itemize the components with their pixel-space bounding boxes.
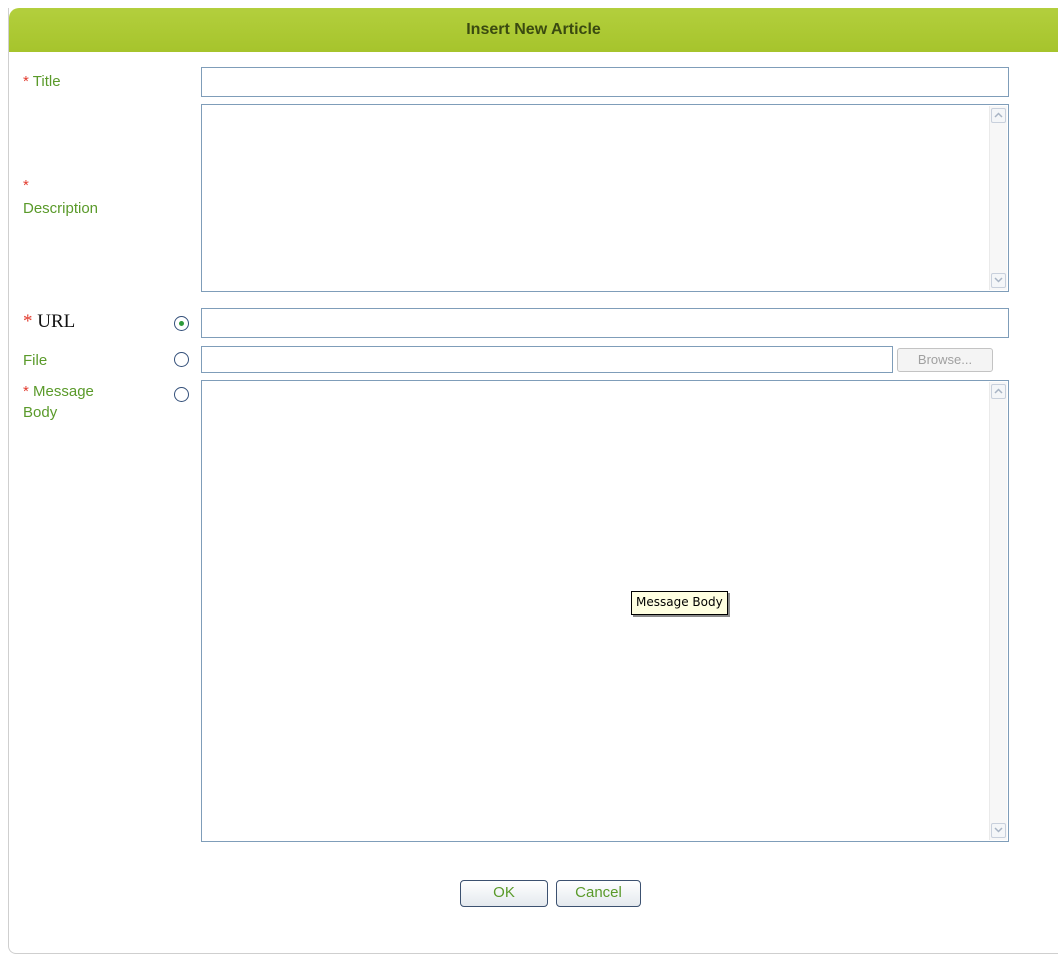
description-scrollbar[interactable] [989, 106, 1007, 290]
file-label: File [23, 352, 48, 369]
chevron-down-icon[interactable] [991, 823, 1006, 838]
title-required-mark: * [23, 73, 29, 90]
message-body-label-line1: Message [33, 383, 94, 400]
message-body-textarea[interactable] [201, 380, 1009, 842]
message-body-radio[interactable] [174, 387, 189, 402]
dialog-title: Insert New Article [466, 21, 601, 38]
message-body-required-mark: * [23, 383, 29, 400]
chevron-up-icon[interactable] [991, 108, 1006, 123]
description-textarea[interactable] [201, 104, 1009, 292]
chevron-down-icon[interactable] [991, 273, 1006, 288]
message-body-tooltip: Message Body [631, 591, 728, 615]
file-path-input[interactable] [201, 346, 893, 373]
url-label: * URL [23, 311, 75, 333]
title-label: * Title [23, 72, 61, 92]
dialog-title-bar: Insert New Article [9, 8, 1058, 52]
title-input[interactable] [201, 67, 1009, 97]
url-label-text: URL [37, 311, 76, 332]
description-label: Description [23, 200, 99, 217]
chevron-up-icon[interactable] [991, 384, 1006, 399]
description-required-mark: * [23, 177, 29, 194]
message-body-label: * Message [23, 382, 94, 402]
url-required-mark: * [23, 311, 33, 332]
cancel-button[interactable]: Cancel [556, 880, 641, 907]
browse-button[interactable]: Browse... [897, 348, 993, 372]
file-radio[interactable] [174, 352, 189, 367]
url-input[interactable] [201, 308, 1009, 338]
url-radio[interactable] [174, 316, 189, 331]
message-body-label-line2: Body [23, 404, 58, 421]
ok-button[interactable]: OK [460, 880, 548, 907]
radio-selected-icon [179, 321, 184, 326]
message-body-scrollbar[interactable] [989, 382, 1007, 840]
title-label-text: Title [32, 73, 61, 90]
